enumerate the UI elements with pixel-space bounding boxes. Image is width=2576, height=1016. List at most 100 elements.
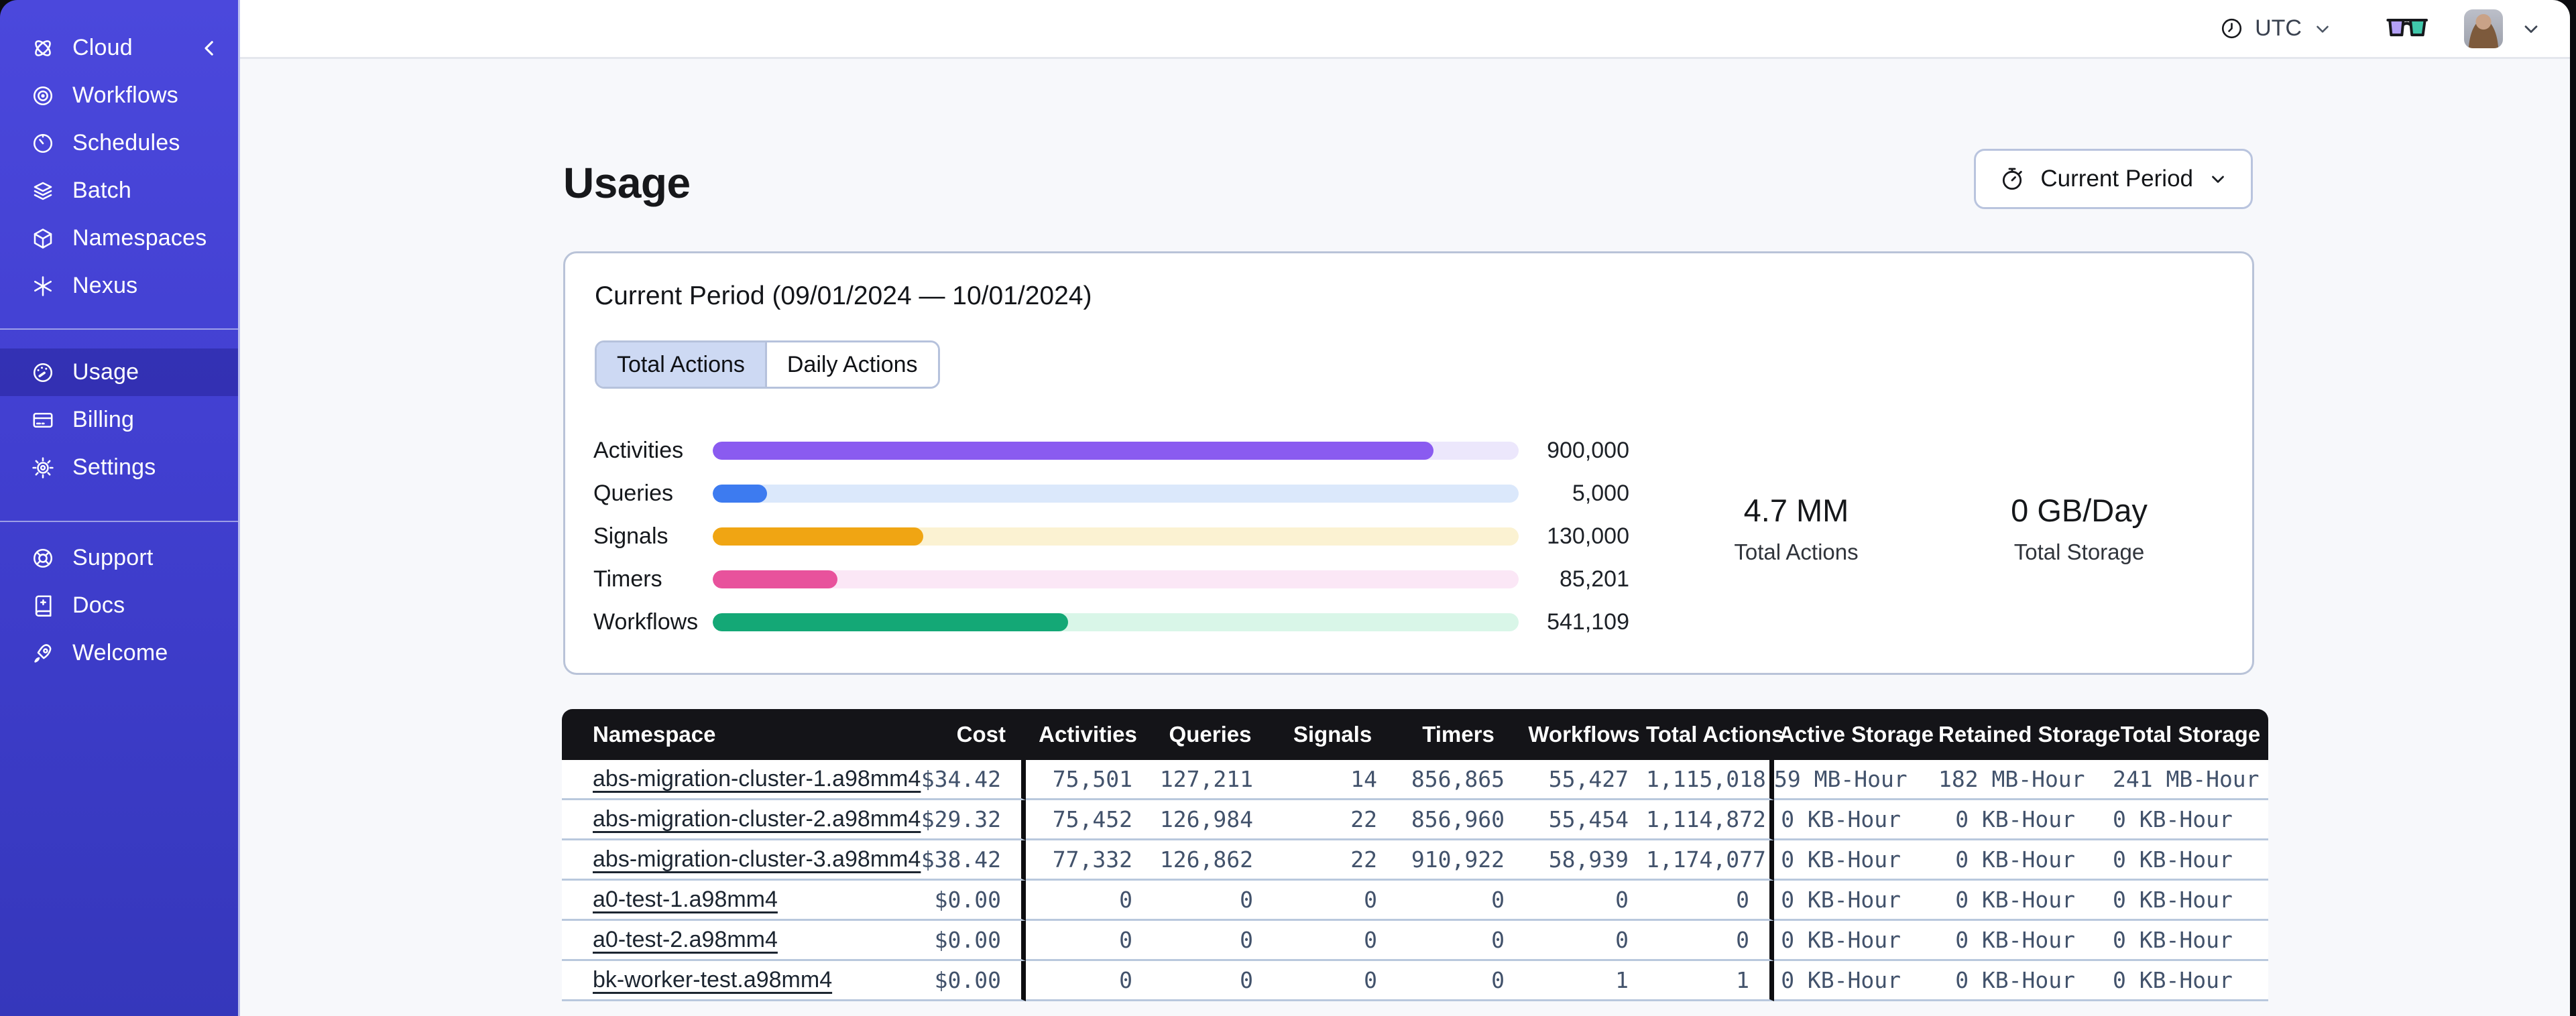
namespace-link[interactable]: abs-migration-cluster-2.a98mm4 <box>593 806 921 832</box>
bar-label: Workflows <box>593 609 699 635</box>
cell-queries: 0 <box>1150 921 1271 961</box>
total-storage-donut: 0 GB/Day Total Storage <box>1954 403 2204 653</box>
cell-total-actions: 1,174,077 <box>1646 840 1774 881</box>
tab-daily-actions[interactable]: Daily Actions <box>764 342 938 387</box>
period-selector-button[interactable]: Current Period <box>1974 149 2253 209</box>
cell-total-actions: 1,114,872 <box>1646 800 1774 840</box>
sidebar-item-welcome[interactable]: Welcome <box>0 629 238 677</box>
sidebar-item-label: Billing <box>72 407 135 432</box>
sidebar-item-workflows[interactable]: Workflows <box>0 72 238 119</box>
cell-timers: 856,865 <box>1395 760 1522 800</box>
chevron-down-icon <box>2212 176 2224 183</box>
namespace-link[interactable]: abs-migration-cluster-3.a98mm4 <box>593 846 921 872</box>
table-row: abs-migration-cluster-2.a98mm4 $29.32 75… <box>562 800 2268 840</box>
cell-retained-storage: 0 KB-Hour <box>1938 961 2113 1001</box>
sidebar-brand-label: Cloud <box>72 35 133 60</box>
bar-track <box>713 570 1519 588</box>
column-header-timers: Timers <box>1395 709 1522 760</box>
cell-workflows: 58,939 <box>1522 840 1646 881</box>
cell-retained-storage: 182 MB-Hour <box>1938 760 2113 800</box>
schedules-icon <box>31 131 55 155</box>
sidebar-item-billing[interactable]: Billing <box>0 396 238 444</box>
column-header-namespace: Namespace <box>562 709 901 760</box>
cell-total-storage: 0 KB-Hour <box>2113 800 2268 840</box>
period-selector-label: Current Period <box>2040 166 2193 192</box>
cell-active-storage: 0 KB-Hour <box>1774 881 1938 921</box>
bar-label: Signals <box>593 523 668 549</box>
reader-glasses-icon[interactable] <box>2385 15 2429 43</box>
column-header-active-storage: Active Storage <box>1774 709 1938 760</box>
sidebar-item-batch[interactable]: Batch <box>0 167 238 214</box>
column-header-total-actions: Total Actions <box>1646 709 1783 760</box>
sidebar-item-settings[interactable]: Settings <box>0 444 238 491</box>
cell-cost: $0.00 <box>901 961 1026 1001</box>
bar-label: Queries <box>593 480 674 506</box>
cell-cost: $0.00 <box>901 881 1026 921</box>
cell-workflows: 55,454 <box>1522 800 1646 840</box>
bar-fill <box>713 527 923 546</box>
bar-track <box>713 613 1519 631</box>
sidebar-divider <box>0 521 238 522</box>
account-menu-chevron-icon[interactable] <box>2520 18 2542 40</box>
sidebar-collapse-icon[interactable] <box>198 37 221 60</box>
sidebar-item-schedules[interactable]: Schedules <box>0 119 238 167</box>
timezone-selector[interactable]: UTC <box>2219 15 2333 42</box>
sidebar-item-label: Schedules <box>72 130 180 155</box>
sidebar-item-label: Nexus <box>72 273 138 298</box>
namespace-link[interactable]: a0-test-2.a98mm4 <box>593 927 778 952</box>
namespaces-icon <box>31 227 55 251</box>
table-row: a0-test-1.a98mm4 $0.00 0 0 0 0 0 0 0 KB-… <box>562 881 2268 921</box>
cell-activities: 0 <box>1026 881 1150 921</box>
bar-fill <box>713 570 838 588</box>
cell-timers: 0 <box>1395 921 1522 961</box>
sidebar-item-nexus[interactable]: Nexus <box>0 262 238 310</box>
namespace-usage-table: Namespace Cost Activities Queries Signal… <box>562 709 2268 1001</box>
table-row: abs-migration-cluster-3.a98mm4 $38.42 77… <box>562 840 2268 881</box>
bar-value: 541,109 <box>1547 609 1629 635</box>
cell-active-storage: 0 KB-Hour <box>1774 921 1938 961</box>
sidebar-item-label: Welcome <box>72 640 168 665</box>
cell-activities: 75,501 <box>1026 760 1150 800</box>
table-header-row: Namespace Cost Activities Queries Signal… <box>562 709 2268 760</box>
cell-activities: 75,452 <box>1026 800 1150 840</box>
cell-cost: $0.00 <box>901 921 1026 961</box>
temporal-logo-icon <box>31 36 55 60</box>
cell-workflows: 55,427 <box>1522 760 1646 800</box>
namespace-link[interactable]: a0-test-1.a98mm4 <box>593 887 778 912</box>
table-row: a0-test-2.a98mm4 $0.00 0 0 0 0 0 0 0 KB-… <box>562 921 2268 961</box>
donut-value: 0 GB/Day <box>2011 492 2148 528</box>
sidebar-item-docs[interactable]: Docs <box>0 582 238 629</box>
bar-value: 900,000 <box>1547 437 1629 463</box>
main-area: UTC Usage Current Period Current Period … <box>240 0 2570 1016</box>
bar-track <box>713 484 1519 503</box>
column-header-activities: Activities <box>1026 709 1150 760</box>
cell-retained-storage: 0 KB-Hour <box>1938 840 2113 881</box>
sidebar-item-usage[interactable]: Usage <box>0 348 238 396</box>
card-title: Current Period (09/01/2024 — 10/01/2024) <box>595 281 1092 310</box>
bar-fill <box>713 613 1069 631</box>
tab-total-actions[interactable]: Total Actions <box>597 342 765 387</box>
sidebar-item-label: Docs <box>72 592 125 618</box>
cell-total-actions: 1 <box>1646 961 1774 1001</box>
usage-summary-card: Current Period (09/01/2024 — 10/01/2024)… <box>563 251 2254 675</box>
bar-row-queries: Queries 5,000 <box>593 472 1629 515</box>
cell-signals: 0 <box>1271 881 1395 921</box>
sidebar-brand-cloud[interactable]: Cloud <box>0 24 238 72</box>
cell-total-storage: 0 KB-Hour <box>2113 961 2268 1001</box>
bar-row-activities: Activities 900,000 <box>593 429 1629 472</box>
sidebar-item-namespaces[interactable]: Namespaces <box>0 214 238 262</box>
avatar[interactable] <box>2464 9 2503 48</box>
sidebar-item-label: Settings <box>72 454 156 480</box>
namespace-link[interactable]: bk-worker-test.a98mm4 <box>593 967 832 993</box>
cell-total-actions: 0 <box>1646 881 1774 921</box>
billing-card-icon <box>31 408 55 432</box>
cell-signals: 0 <box>1271 921 1395 961</box>
sidebar-item-support[interactable]: Support <box>0 534 238 582</box>
sidebar-item-label: Batch <box>72 178 131 203</box>
cell-active-storage: 0 KB-Hour <box>1774 840 1938 881</box>
actions-view-tabs: Total Actions Daily Actions <box>595 340 940 389</box>
namespace-link[interactable]: abs-migration-cluster-1.a98mm4 <box>593 766 921 791</box>
cell-workflows: 0 <box>1522 921 1646 961</box>
cell-active-storage: 0 KB-Hour <box>1774 800 1938 840</box>
actions-bar-chart: Activities 900,000 Queries 5,000 Signals… <box>593 429 1629 643</box>
